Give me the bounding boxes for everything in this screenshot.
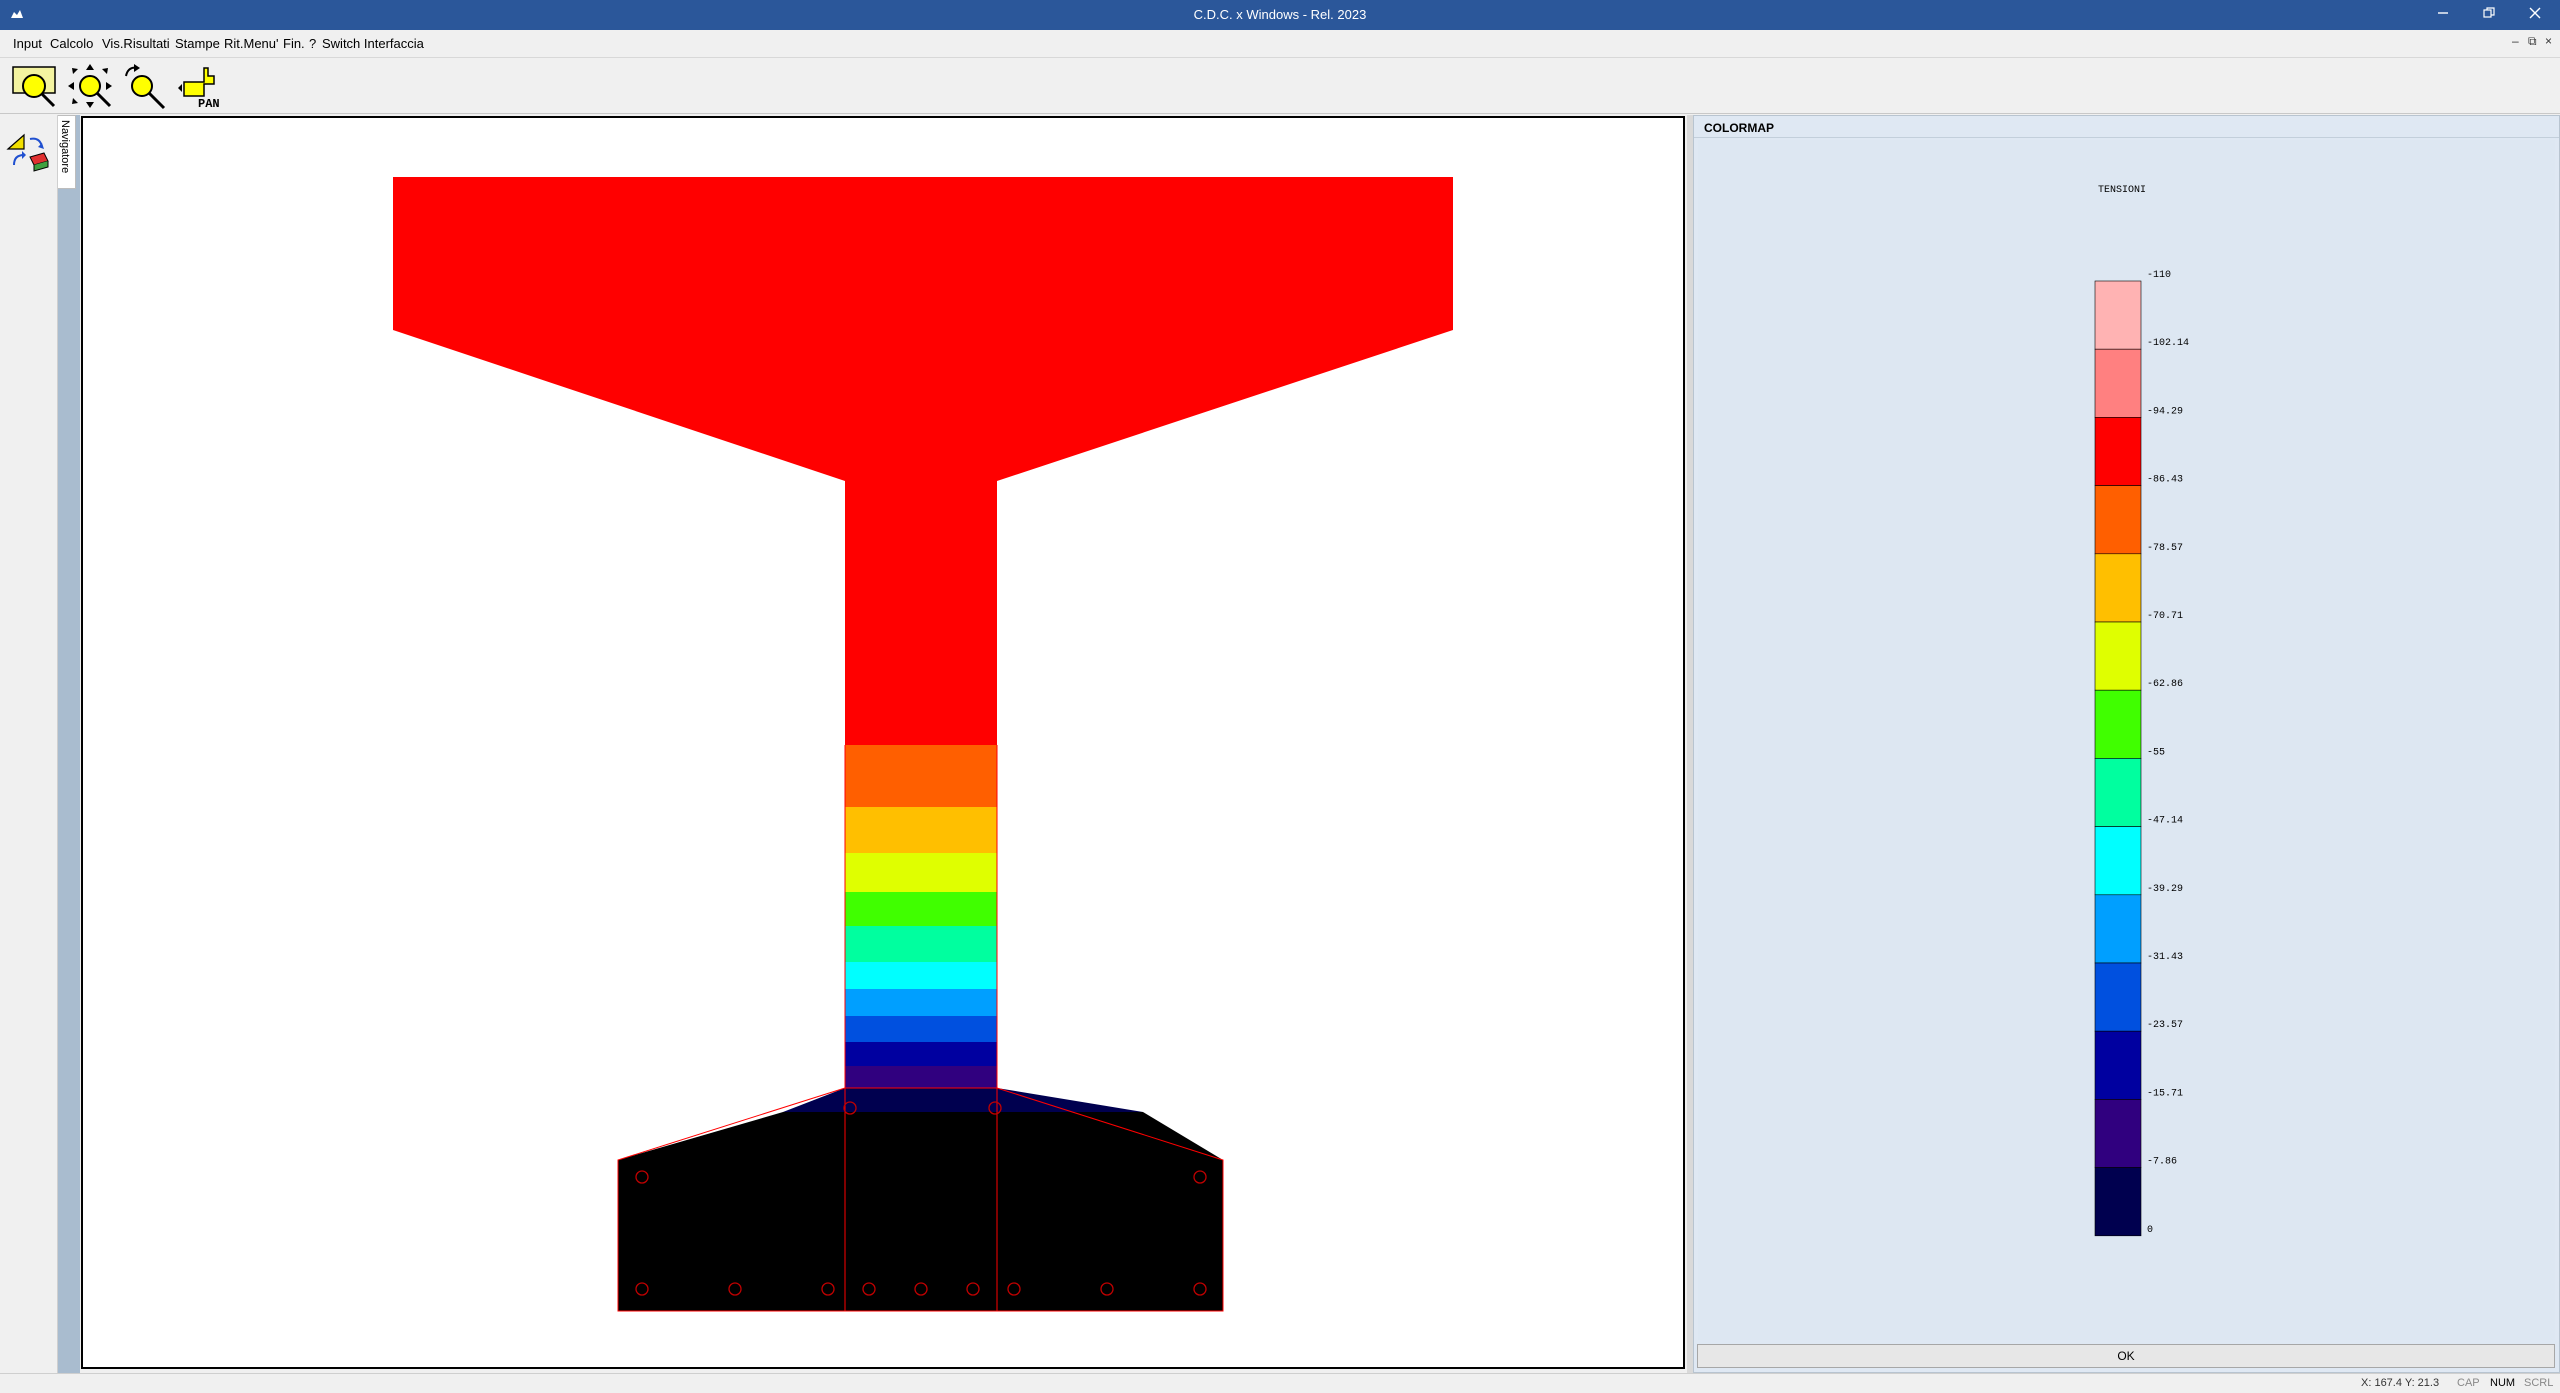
num-lock-indicator: NUM	[2490, 1377, 2516, 1389]
menu-fin[interactable]: Fin.	[283, 36, 305, 51]
legend-tick-label: -55	[2147, 747, 2165, 758]
status-bar: X: 167.4 Y: 21.3 CAP NUM SCRL	[0, 1373, 2560, 1393]
minimize-icon	[2438, 12, 2448, 14]
stress-band-bulb-transition	[783, 1088, 1143, 1112]
ok-button[interactable]: OK	[1697, 1344, 2555, 1368]
legend-swatch	[2094, 621, 2142, 691]
zoom-previous-button[interactable]	[120, 62, 170, 112]
minimize-button[interactable]	[2420, 0, 2466, 30]
colormap-legend: TENSIONI -110 -102.14 -94.29 -86.43 -78.57 -7…	[2094, 185, 2189, 1237]
legend-tick-label: -39.29	[2147, 884, 2183, 895]
menu-switch-interfaccia[interactable]: Switch Interfaccia	[322, 36, 424, 51]
legend-swatch	[2094, 1167, 2142, 1237]
stress-band	[845, 989, 997, 1016]
stress-band	[845, 1016, 997, 1042]
legend-tick-label: -86.43	[2147, 475, 2183, 486]
stress-band	[845, 853, 997, 892]
nav-strip-top	[76, 115, 80, 189]
legend-swatch	[2094, 348, 2142, 418]
legend-tick-label: -47.14	[2147, 816, 2183, 827]
stress-band	[845, 1066, 997, 1088]
axes-transform-icon	[6, 133, 49, 172]
tab-navigatore[interactable]: Navigatore	[58, 115, 76, 189]
legend-tick-label: -70.71	[2147, 611, 2183, 622]
legend-swatch	[2094, 689, 2142, 759]
legend-swatch	[2094, 1099, 2142, 1168]
menu-stampe[interactable]: Stampe	[175, 36, 220, 51]
legend-tick-label: -7.86	[2147, 1157, 2177, 1168]
legend-tick-label: -94.29	[2147, 406, 2183, 417]
stress-band	[845, 807, 997, 853]
legend-swatch	[2094, 758, 2142, 827]
legend-tick-label: -31.43	[2147, 952, 2183, 963]
menu-rit-menu[interactable]: Rit.Menu'	[224, 36, 279, 51]
legend-tick-label: 0	[2147, 1225, 2153, 1236]
legend-tick-label: -15.71	[2147, 1088, 2183, 1099]
zoom-extents-button[interactable]	[66, 62, 116, 112]
legend-swatch	[2094, 417, 2142, 486]
view-tools-button[interactable]	[4, 127, 52, 175]
pan-button[interactable]: PAN	[174, 62, 224, 112]
scroll-lock-indicator: SCRL	[2524, 1377, 2554, 1389]
stress-band	[845, 962, 997, 989]
legend-swatch	[2094, 553, 2142, 623]
zoom-window-icon	[12, 66, 56, 108]
colormap-title: TENSIONI	[2098, 185, 2146, 196]
stress-band	[845, 926, 997, 962]
mdi-minimize-icon[interactable]: –	[2512, 34, 2519, 48]
legend-swatch	[2094, 485, 2142, 555]
legend-swatch	[2094, 962, 2142, 1032]
menu-calcolo[interactable]: Calcolo	[50, 36, 93, 51]
drawing-canvas[interactable]	[81, 116, 1685, 1369]
compressed-zone-flange-web	[393, 177, 1453, 745]
legend-swatch	[2094, 280, 2142, 350]
caps-lock-indicator: CAP	[2457, 1377, 2480, 1389]
section-drawing	[393, 177, 1453, 1312]
legend-swatch	[2094, 894, 2142, 964]
colormap-header-label: COLORMAP	[1704, 121, 1774, 135]
colormap-header: COLORMAP	[1694, 116, 2559, 138]
legend-tick-label: -62.86	[2147, 679, 2183, 690]
zoom-previous-icon	[125, 64, 166, 110]
menu-vis-risultati[interactable]: Vis.Risultati	[102, 36, 170, 51]
zoom-window-button[interactable]	[10, 62, 60, 112]
legend-tick-label: -102.14	[2147, 338, 2189, 349]
navigator-strip	[58, 189, 80, 1373]
legend-swatch	[2094, 1030, 2142, 1100]
legend-swatch	[2094, 826, 2142, 896]
cursor-coordinates: X: 167.4 Y: 21.3	[2361, 1377, 2440, 1389]
restore-button[interactable]	[2466, 0, 2512, 30]
mdi-close-icon[interactable]: ×	[2545, 34, 2552, 48]
legend-tick-label: -78.57	[2147, 543, 2183, 554]
legend-tick-label: -23.57	[2147, 1020, 2183, 1031]
zoom-extents-icon	[68, 64, 112, 108]
legend-tick-label: -110	[2147, 270, 2171, 281]
menu-bar: Input Calcolo Vis.Risultati Stampe Rit.M…	[0, 30, 2560, 57]
stress-band	[845, 745, 997, 807]
pan-label: PAN	[198, 97, 220, 111]
colormap-body: TENSIONI -110 -102.14 -94.29 -86.43 -78.57 -7…	[1698, 140, 2555, 1340]
title-bar: C.D.C. x Windows - Rel. 2023	[0, 0, 2560, 30]
menu-help[interactable]: ?	[309, 36, 316, 51]
close-icon	[2529, 7, 2541, 19]
window-title: C.D.C. x Windows - Rel. 2023	[1193, 7, 1367, 22]
tab-navigatore-label: Navigatore	[59, 120, 71, 174]
close-button[interactable]	[2512, 0, 2558, 30]
left-tool-panel	[0, 115, 58, 1373]
stress-band	[845, 892, 997, 926]
toolbar: PAN	[0, 57, 2560, 114]
menu-input[interactable]: Input	[13, 36, 42, 51]
colormap-panel: COLORMAP TENSIONI -110 -102.14 -94.29 -86.4…	[1693, 115, 2560, 1373]
mdi-restore-icon[interactable]: ⧉	[2528, 34, 2537, 49]
restore-icon	[2483, 7, 2495, 18]
stress-band	[845, 1042, 997, 1066]
tension-zone	[618, 1112, 1223, 1311]
